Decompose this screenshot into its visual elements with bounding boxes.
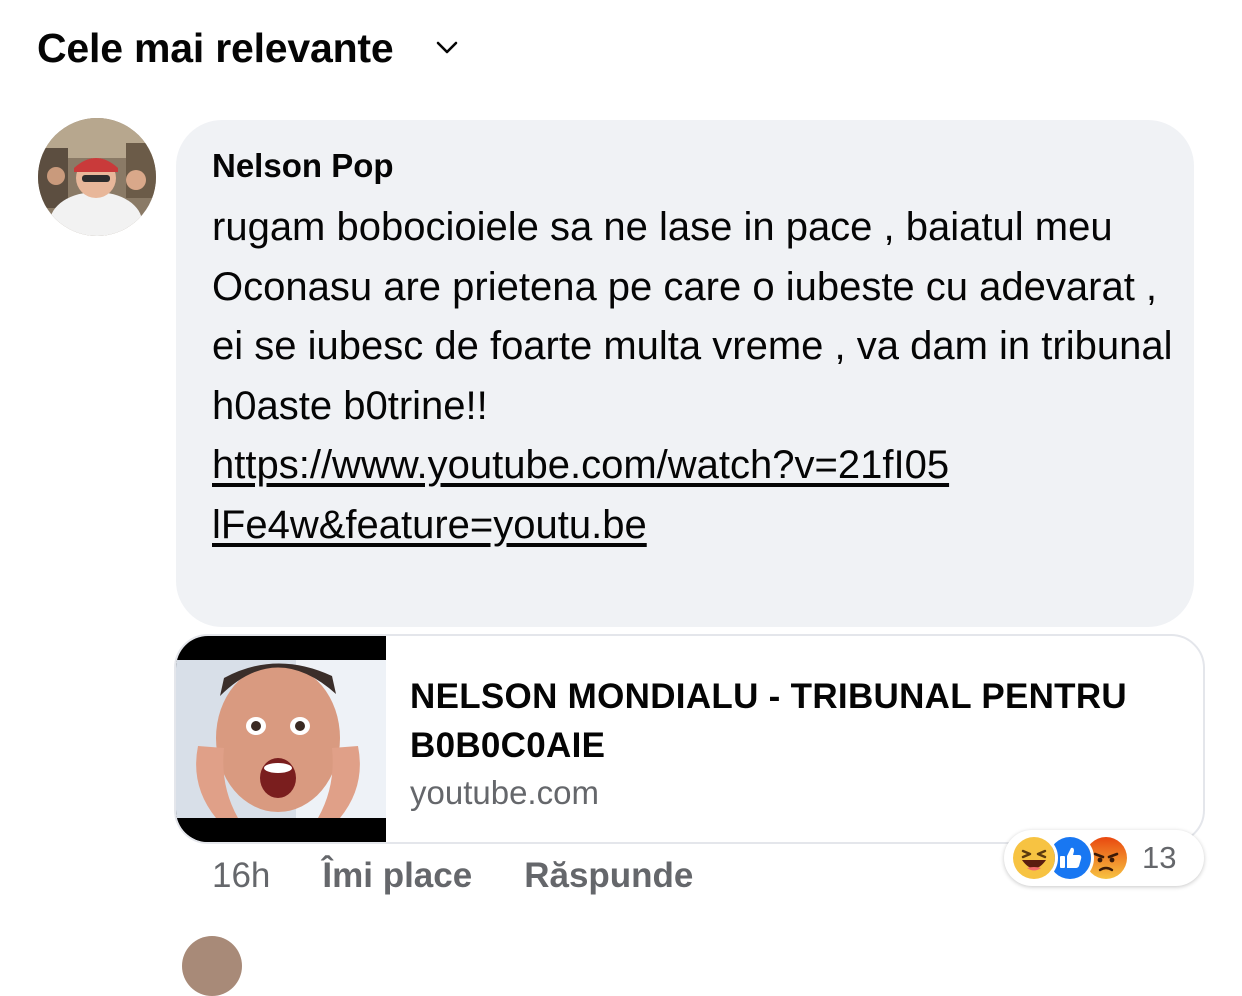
comment-sort-dropdown[interactable]: Cele mai relevante [37, 22, 458, 74]
comment-bubble: Nelson Pop rugam bobocioiele sa ne lase … [176, 120, 1194, 627]
link-preview-thumbnail [176, 636, 386, 842]
link-preview-domain: youtube.com [410, 774, 599, 811]
reply-button[interactable]: Răspunde [524, 856, 693, 896]
haha-icon [1010, 834, 1058, 882]
sort-label: Cele mai relevante [37, 24, 394, 71]
reaction-count: 13 [1142, 840, 1177, 875]
reactions-summary[interactable]: 13 [1004, 830, 1204, 886]
comment-timestamp[interactable]: 16h [212, 856, 270, 896]
link-preview-card[interactable]: NELSON MONDIALU - TRIBUNAL PENTRU B0B0C0… [174, 634, 1205, 844]
chevron-down-icon [436, 41, 458, 55]
like-button[interactable]: Îmi place [322, 856, 472, 896]
comment-link[interactable]: https://www.youtube.com/watch?v=21fI05lF… [212, 436, 952, 555]
link-preview-title: NELSON MONDIALU - TRIBUNAL PENTRU B0B0C0… [410, 677, 1128, 765]
comment-actions: 16h Îmi place Răspunde [212, 852, 745, 900]
comment-text: rugam bobocioiele sa ne lase in pace , b… [212, 205, 1173, 428]
avatar[interactable] [182, 936, 242, 996]
avatar[interactable] [38, 118, 156, 236]
comment-author[interactable]: Nelson Pop [212, 146, 1164, 186]
